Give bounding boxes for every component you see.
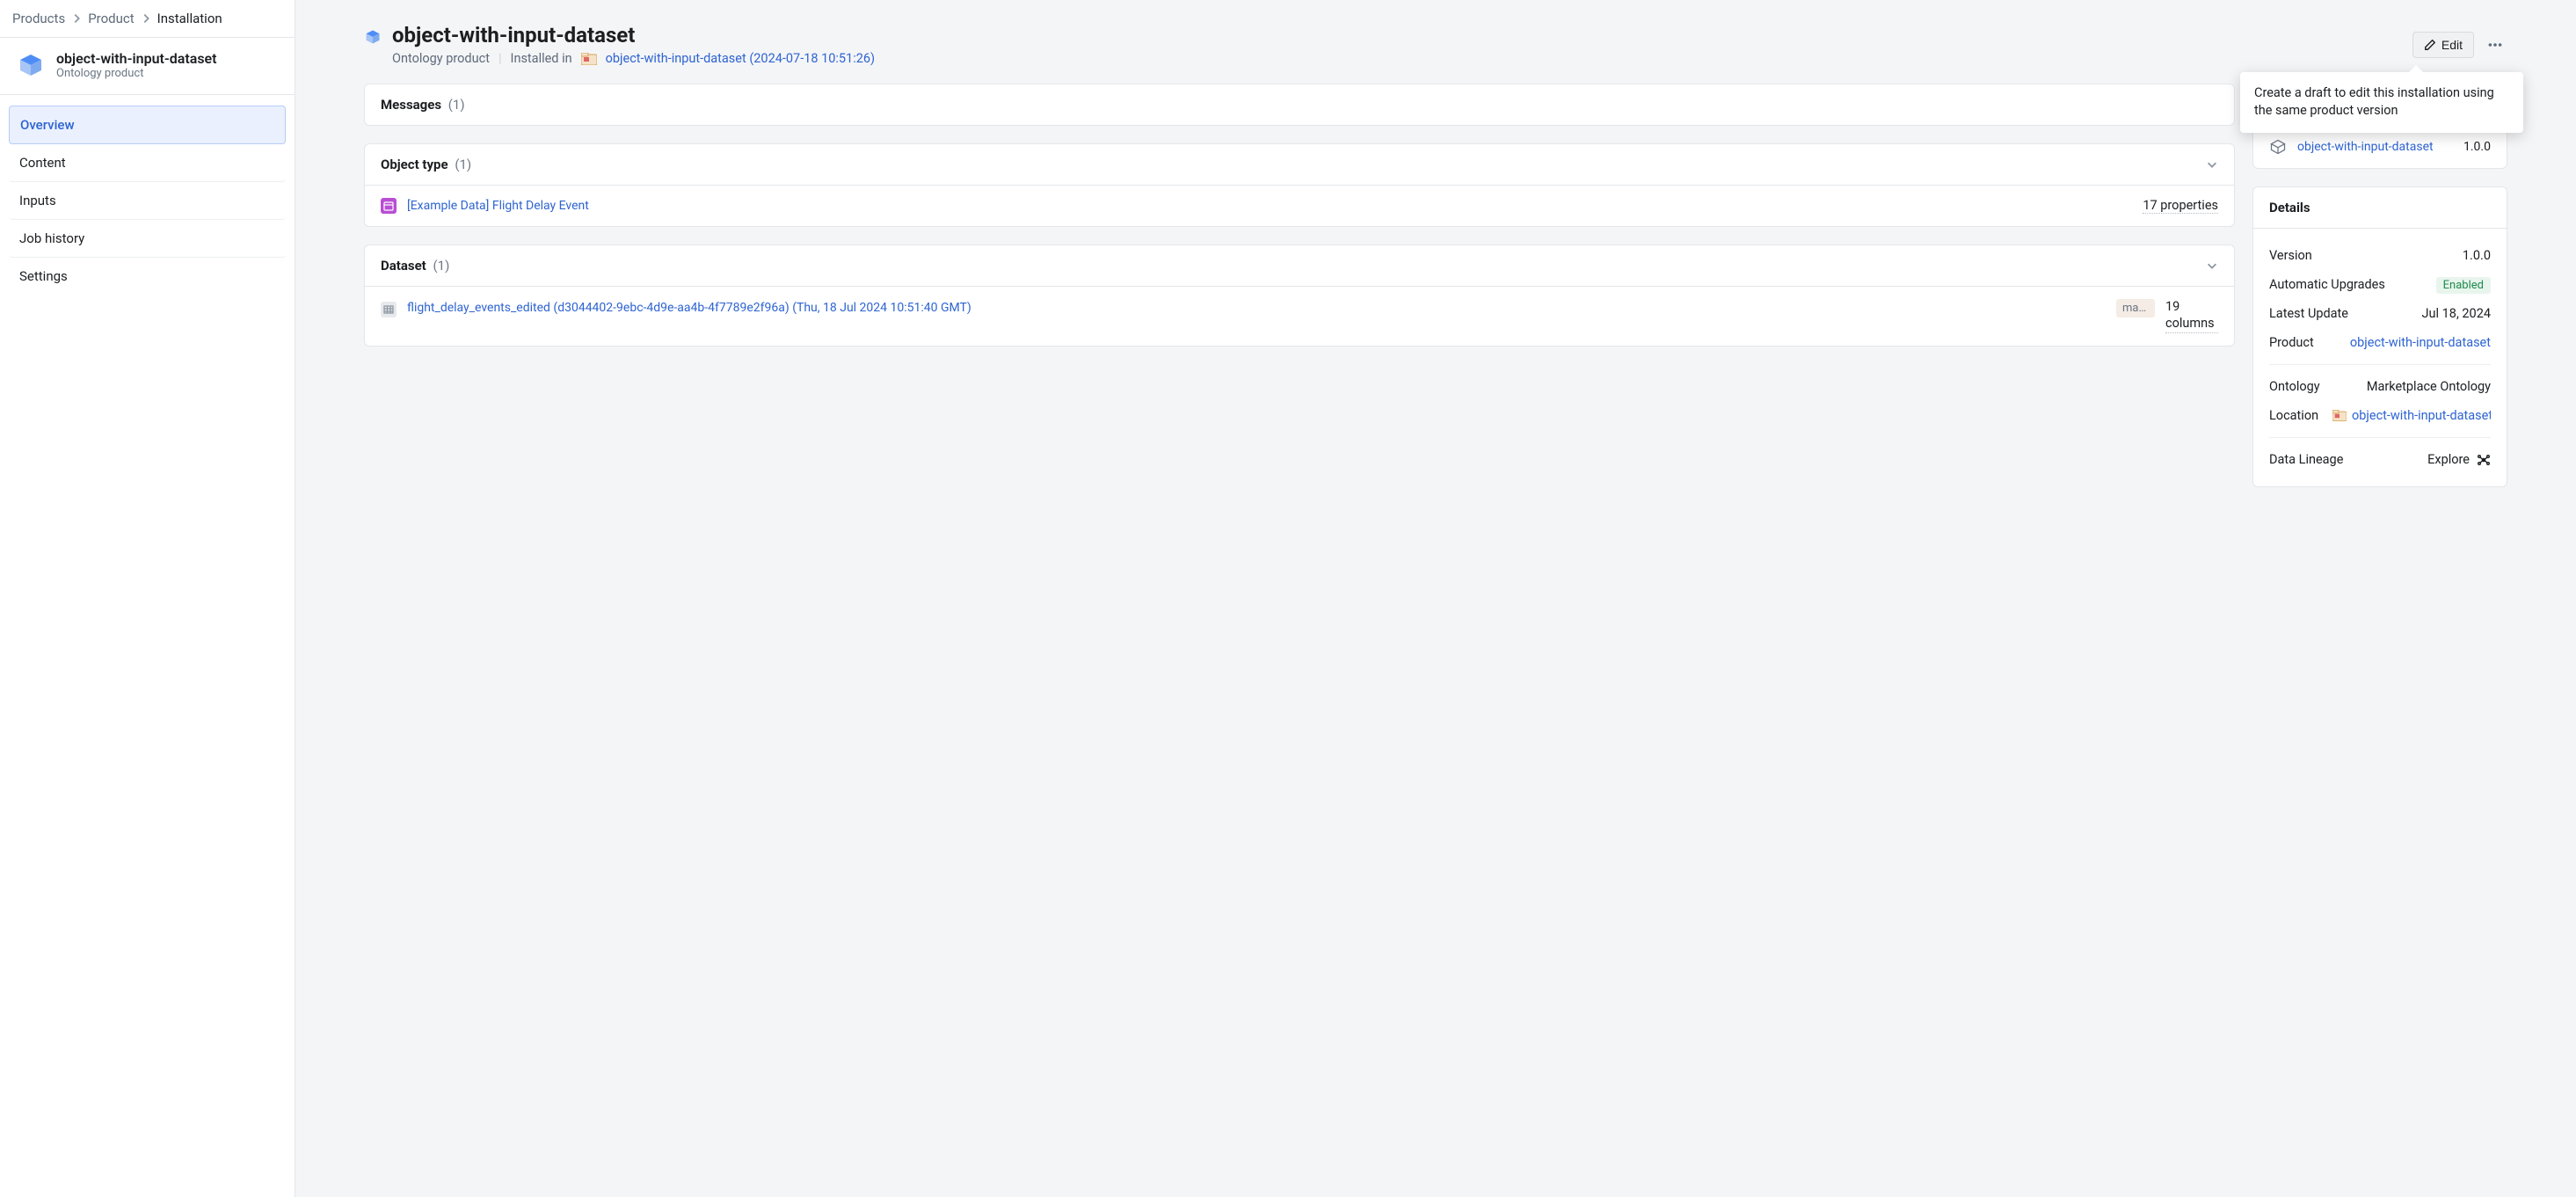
- messages-count: (1): [448, 97, 465, 113]
- table-icon: [381, 302, 397, 317]
- edit-icon: [2424, 39, 2436, 51]
- main: object-with-input-dataset Ontology produ…: [295, 0, 2576, 1197]
- installed-label: Installed in: [511, 51, 572, 66]
- edit-button[interactable]: Edit: [2412, 32, 2474, 58]
- object-type-properties[interactable]: 17 properties: [2143, 198, 2218, 214]
- details-upgrades-badge: Enabled: [2436, 277, 2491, 294]
- page-type: Ontology product: [392, 51, 490, 66]
- object-type-row-link[interactable]: [Example Data] Flight Delay Event: [407, 199, 2132, 213]
- sidebar-subtitle: Ontology product: [56, 67, 217, 80]
- details-product-link[interactable]: object-with-input-dataset: [2350, 335, 2491, 350]
- details-location-link[interactable]: object-with-input-dataset (…: [2332, 408, 2491, 423]
- dataset-count: (1): [433, 258, 450, 274]
- details-ontology-label: Ontology: [2269, 379, 2320, 394]
- details-location-label: Location: [2269, 408, 2318, 423]
- nav-overview[interactable]: Overview: [9, 106, 286, 144]
- details-lineage-label: Data Lineage: [2269, 452, 2343, 467]
- sidebar-header: object-with-input-dataset Ontology produ…: [0, 38, 295, 95]
- nav-content[interactable]: Content: [9, 144, 286, 182]
- chevron-down-icon[interactable]: [2206, 259, 2218, 272]
- lineage-icon: [2477, 453, 2491, 467]
- edit-tooltip: Create a draft to edit this installation…: [2240, 72, 2523, 133]
- messages-title: Messages: [381, 97, 441, 113]
- details-latest-label: Latest Update: [2269, 306, 2348, 321]
- nav-inputs[interactable]: Inputs: [9, 182, 286, 220]
- nav-job-history[interactable]: Job history: [9, 220, 286, 258]
- cube-icon: [16, 50, 46, 80]
- details-card: Details Version 1.0.0 Automatic Upgrades…: [2252, 186, 2507, 487]
- sidebar: Products Product Installation object-wit…: [0, 0, 295, 1197]
- breadcrumb-product[interactable]: Product: [88, 11, 134, 26]
- chevron-down-icon[interactable]: [2206, 158, 2218, 171]
- details-title: Details: [2269, 200, 2310, 215]
- dataset-branch-tag: mas…: [2116, 299, 2155, 317]
- chevron-right-icon: [140, 12, 152, 25]
- sidebar-nav: Overview Content Inputs Job history Sett…: [0, 95, 295, 305]
- calendar-icon: [381, 198, 397, 214]
- installed-in-link[interactable]: object-with-input-dataset (2024-07-18 10…: [606, 51, 875, 66]
- details-lineage-explore[interactable]: Explore: [2427, 452, 2491, 467]
- details-version-label: Version: [2269, 248, 2312, 263]
- dataset-title: Dataset: [381, 258, 426, 274]
- details-product-label: Product: [2269, 335, 2314, 350]
- breadcrumb-installation: Installation: [157, 11, 222, 26]
- messages-card: Messages (1): [364, 84, 2235, 126]
- dataset-row-link[interactable]: flight_delay_events_edited (d3044402-9eb…: [407, 299, 2106, 317]
- details-latest-value: Jul 18, 2024: [2422, 306, 2491, 321]
- object-type-title: Object type: [381, 157, 448, 172]
- based-on-link[interactable]: object-with-input-dataset: [2297, 140, 2453, 154]
- breadcrumb-products[interactable]: Products: [12, 11, 65, 26]
- more-button[interactable]: [2483, 33, 2507, 57]
- nav-settings[interactable]: Settings: [9, 258, 286, 295]
- details-location-text: object-with-input-dataset (…: [2352, 408, 2491, 423]
- object-type-count: (1): [455, 157, 471, 172]
- based-on-version: 1.0.0: [2463, 140, 2491, 154]
- breadcrumb: Products Product Installation: [0, 0, 295, 38]
- folder-icon: [581, 53, 597, 65]
- dataset-card: Dataset (1): [364, 245, 2235, 347]
- details-upgrades-label: Automatic Upgrades: [2269, 277, 2385, 292]
- cube-outline-icon: [2269, 138, 2287, 156]
- edit-label: Edit: [2441, 38, 2463, 52]
- folder-icon: [2332, 410, 2347, 421]
- page-title: object-with-input-dataset: [392, 23, 875, 47]
- chevron-right-icon: [70, 12, 83, 25]
- object-type-card: Object type (1): [364, 143, 2235, 227]
- page-header: object-with-input-dataset Ontology produ…: [364, 23, 2507, 66]
- dataset-columns[interactable]: 19 columns: [2165, 299, 2218, 333]
- details-version-value: 1.0.0: [2463, 248, 2491, 263]
- details-lineage-text: Explore: [2427, 452, 2470, 467]
- cube-icon: [364, 28, 382, 46]
- sidebar-title: object-with-input-dataset: [56, 50, 217, 67]
- details-ontology-value: Marketplace Ontology: [2367, 379, 2491, 394]
- divider: |: [498, 51, 502, 66]
